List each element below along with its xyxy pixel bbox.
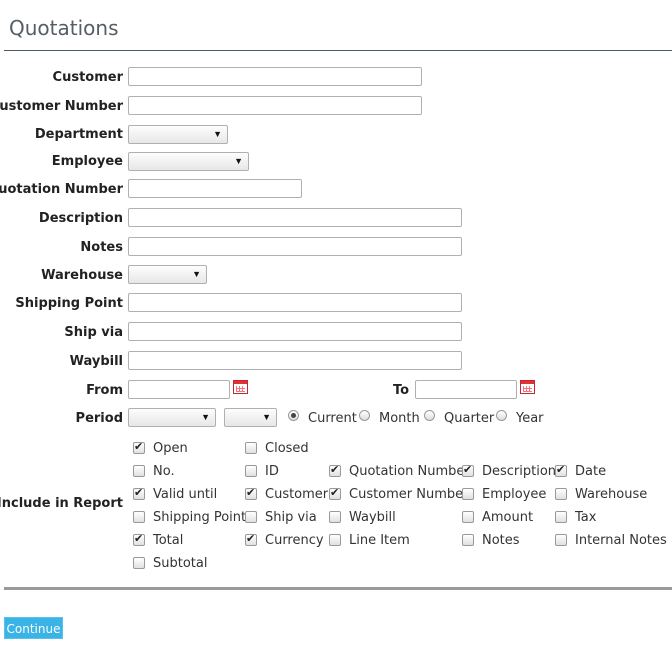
to-label: To — [393, 383, 410, 398]
include-valid-until-label: Valid until — [153, 487, 218, 502]
description-input[interactable] — [128, 208, 462, 227]
department-label: Department — [34, 127, 123, 142]
include-warehouse-checkbox[interactable] — [555, 488, 567, 500]
period-month-label: Month — [379, 411, 420, 426]
include-notes-label: Notes — [482, 533, 520, 548]
include-quotation-number-checkbox[interactable] — [329, 463, 341, 477]
include-ship-via-label: Ship via — [265, 510, 317, 525]
ship-via-input[interactable] — [128, 322, 462, 341]
period-month-radio[interactable] — [359, 410, 370, 421]
include-currency-checkbox[interactable] — [245, 532, 257, 546]
to-date-input[interactable] — [415, 380, 517, 399]
include-notes-checkbox[interactable] — [462, 534, 474, 546]
customer-label: Customer — [52, 70, 123, 85]
quotation-number-input[interactable] — [128, 179, 302, 198]
period-year-radio[interactable] — [496, 410, 507, 421]
period-quarter-radio[interactable] — [424, 410, 435, 421]
notes-input[interactable] — [128, 237, 462, 256]
include-date-checkbox[interactable] — [555, 463, 567, 477]
customer-number-input[interactable] — [128, 96, 422, 115]
calendar-icon[interactable] — [233, 380, 248, 394]
warehouse-label: Warehouse — [41, 268, 123, 283]
period-label: Period — [75, 411, 123, 426]
include-internal-notes-checkbox[interactable] — [555, 534, 567, 546]
from-label: From — [86, 383, 123, 398]
include-closed-checkbox[interactable] — [245, 442, 257, 454]
include-employee-label: Employee — [482, 487, 547, 502]
include-total-label: Total — [153, 533, 184, 548]
include-valid-until-checkbox[interactable] — [133, 486, 145, 500]
include-subtotal-label: Subtotal — [153, 556, 208, 571]
include-employee-checkbox[interactable] — [462, 488, 474, 500]
shipping-point-label: Shipping Point — [15, 296, 123, 311]
include-total-checkbox[interactable] — [133, 532, 145, 546]
include-waybill-label: Waybill — [349, 510, 396, 525]
waybill-label: Waybill — [69, 354, 123, 369]
include-internal-notes-label: Internal Notes — [575, 533, 667, 548]
include-in-report-label: Include in Report — [0, 496, 123, 511]
include-id-label: ID — [265, 464, 279, 479]
include-tax-label: Tax — [575, 510, 597, 525]
include-line-item-checkbox[interactable] — [329, 534, 341, 546]
page-title: Quotations — [9, 16, 119, 40]
include-shipping-point-label: Shipping Point — [153, 510, 247, 525]
include-customer-number-label: Customer Number — [349, 487, 469, 502]
title-divider — [4, 50, 672, 51]
include-date-label: Date — [575, 464, 607, 479]
chevron-down-icon: ▼ — [201, 412, 210, 422]
department-select[interactable]: ▼ — [128, 125, 228, 144]
include-open-checkbox[interactable] — [133, 440, 145, 454]
period-year-label: Year — [516, 411, 544, 426]
warehouse-select[interactable]: ▼ — [128, 265, 207, 284]
description-label: Description — [38, 211, 123, 226]
include-id-checkbox[interactable] — [245, 465, 257, 477]
chevron-down-icon: ▼ — [213, 129, 222, 139]
include-ship-via-checkbox[interactable] — [245, 511, 257, 523]
chevron-down-icon: ▼ — [262, 412, 271, 422]
customer-input[interactable] — [128, 67, 422, 86]
continue-button[interactable]: Continue — [4, 617, 63, 639]
employee-label: Employee — [51, 154, 123, 169]
bottom-divider — [4, 587, 672, 590]
include-customer-label: Customer — [265, 487, 329, 502]
customer-number-label: Customer Number — [0, 99, 123, 114]
notes-label: Notes — [80, 240, 123, 255]
quotation-number-label: Quotation Number — [0, 182, 123, 197]
from-date-input[interactable] — [128, 380, 230, 399]
calendar-icon[interactable] — [520, 380, 535, 394]
include-line-item-label: Line Item — [349, 533, 410, 548]
include-description-checkbox[interactable] — [462, 463, 474, 477]
include-waybill-checkbox[interactable] — [329, 511, 341, 523]
ship-via-label: Ship via — [64, 325, 123, 340]
period-quarter-label: Quarter — [444, 411, 495, 426]
include-no-label: No. — [153, 464, 175, 479]
include-shipping-point-checkbox[interactable] — [133, 511, 145, 523]
include-subtotal-checkbox[interactable] — [133, 557, 145, 569]
include-amount-label: Amount — [482, 510, 534, 525]
include-quotation-number-label: Quotation Number — [349, 464, 470, 479]
include-no-checkbox[interactable] — [133, 465, 145, 477]
shipping-point-input[interactable] — [128, 293, 462, 312]
include-amount-checkbox[interactable] — [462, 511, 474, 523]
include-closed-label: Closed — [265, 441, 309, 456]
waybill-input[interactable] — [128, 351, 462, 370]
period-interval-select[interactable]: ▼ — [224, 408, 277, 427]
include-open-label: Open — [153, 441, 188, 456]
chevron-down-icon: ▼ — [192, 269, 201, 279]
include-currency-label: Currency — [265, 533, 324, 548]
period-current-radio[interactable] — [288, 410, 299, 421]
chevron-down-icon: ▼ — [234, 156, 243, 166]
employee-select[interactable]: ▼ — [128, 152, 249, 171]
include-description-label: Description — [482, 464, 557, 479]
include-tax-checkbox[interactable] — [555, 511, 567, 523]
period-year-select[interactable]: ▼ — [128, 408, 216, 427]
include-customer-checkbox[interactable] — [245, 486, 257, 500]
include-warehouse-label: Warehouse — [575, 487, 648, 502]
include-customer-number-checkbox[interactable] — [329, 486, 341, 500]
period-current-label: Current — [308, 411, 357, 426]
